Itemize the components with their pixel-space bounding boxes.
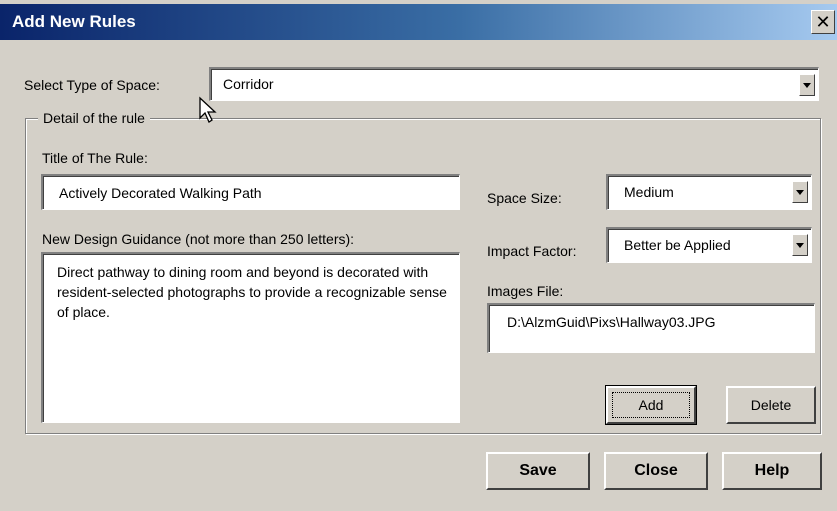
close-button[interactable]: Close	[604, 452, 708, 490]
guidance-value: Direct pathway to dining room and beyond…	[57, 264, 447, 320]
space-size-value: Medium	[624, 184, 674, 200]
images-file-value: D:\AlzmGuid\Pixs\Hallway03.JPG	[507, 314, 716, 330]
chevron-down-icon[interactable]	[792, 181, 808, 203]
help-button[interactable]: Help	[722, 452, 822, 490]
space-size-select[interactable]: Medium	[606, 174, 812, 210]
chevron-down-icon[interactable]	[792, 234, 808, 256]
rule-title-label: Title of The Rule:	[42, 150, 148, 166]
images-file-input[interactable]: D:\AlzmGuid\Pixs\Hallway03.JPG	[487, 303, 815, 353]
space-type-select[interactable]: Corridor	[209, 67, 819, 101]
rule-title-value: Actively Decorated Walking Path	[59, 185, 262, 201]
delete-button[interactable]: Delete	[726, 386, 816, 424]
focus-rect	[612, 392, 690, 418]
group-legend: Detail of the rule	[38, 110, 150, 126]
delete-button-label: Delete	[750, 397, 792, 413]
impact-factor-select[interactable]: Better be Applied	[606, 227, 812, 263]
mouse-pointer-icon	[199, 96, 217, 123]
space-size-label: Space Size:	[487, 190, 562, 206]
images-file-label: Images File:	[487, 283, 564, 299]
title-bar: Add New Rules ✕	[0, 4, 837, 40]
impact-factor-value: Better be Applied	[624, 237, 731, 253]
help-button-label: Help	[754, 462, 790, 479]
guidance-label: New Design Guidance (not more than 250 l…	[42, 231, 355, 247]
window-title: Add New Rules	[12, 12, 136, 31]
impact-factor-label: Impact Factor:	[487, 243, 577, 259]
chevron-down-icon[interactable]	[799, 74, 815, 96]
close-button-label: Close	[634, 462, 678, 479]
rule-title-input[interactable]: Actively Decorated Walking Path	[41, 174, 460, 210]
space-type-value: Corridor	[223, 76, 274, 92]
space-type-label: Select Type of Space:	[24, 77, 160, 93]
add-button[interactable]: Add	[605, 385, 697, 425]
add-new-rules-dialog: Add New Rules ✕ Select Type of Space: Co…	[0, 0, 837, 511]
guidance-textarea[interactable]: Direct pathway to dining room and beyond…	[41, 252, 460, 423]
save-button[interactable]: Save	[486, 452, 590, 490]
save-button-label: Save	[519, 462, 557, 479]
close-icon[interactable]: ✕	[811, 10, 835, 34]
